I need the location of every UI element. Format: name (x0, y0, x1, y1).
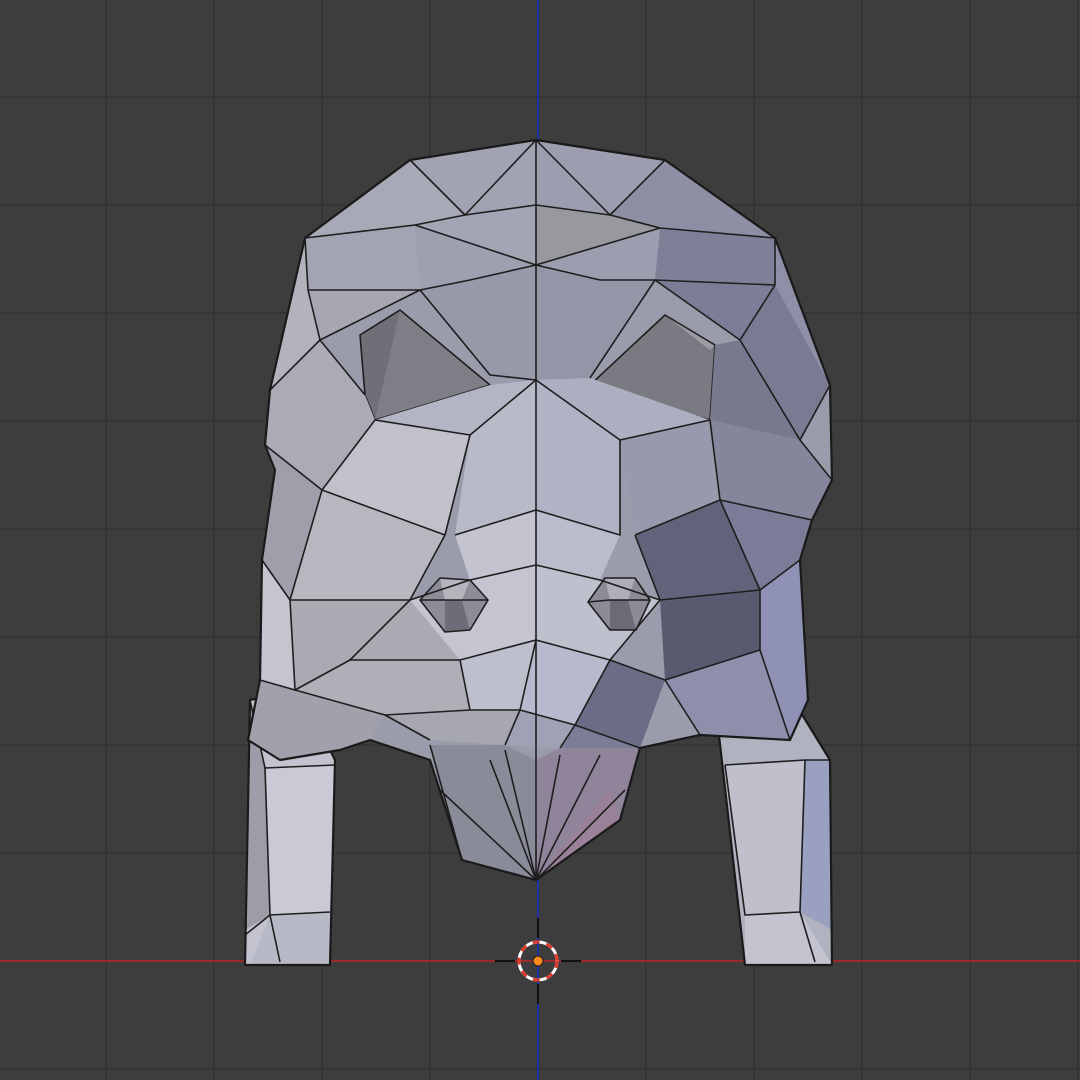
3d-viewport[interactable] (0, 0, 1080, 1080)
pig-mesh[interactable] (243, 138, 834, 967)
viewport-canvas[interactable] (0, 0, 1080, 1080)
object-origin-icon (532, 955, 544, 967)
face (248, 340, 832, 760)
